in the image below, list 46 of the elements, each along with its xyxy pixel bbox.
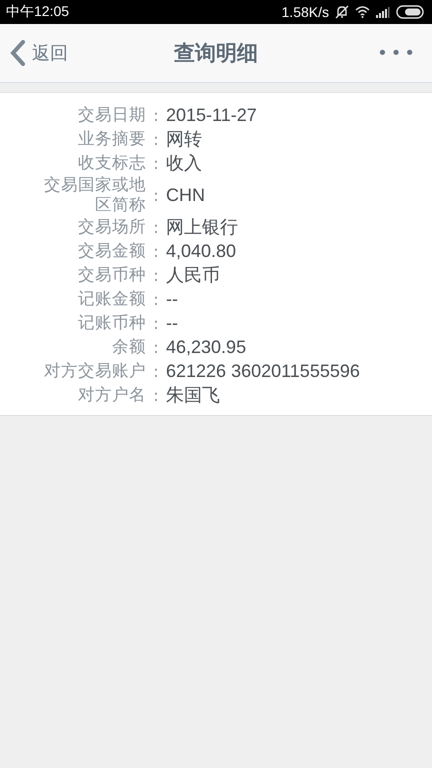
- field-value: --: [166, 288, 179, 310]
- field-value: 朱国飞: [166, 384, 221, 407]
- field-label: 对方交易账户: [43, 361, 146, 381]
- separator: :: [152, 290, 160, 308]
- separator: :: [152, 314, 160, 332]
- field-label: 记账币种: [77, 313, 146, 333]
- field-label: 交易币种: [77, 265, 146, 285]
- field-value: --: [166, 312, 179, 334]
- separator: :: [152, 106, 160, 124]
- field-label: 对方户名: [77, 385, 146, 405]
- separator: :: [152, 266, 160, 284]
- more-button[interactable]: •••: [377, 42, 418, 64]
- separator: :: [152, 386, 160, 404]
- separator: :: [152, 338, 160, 356]
- field-label: 交易日期: [77, 105, 146, 125]
- field-value: 4,040.80: [166, 240, 238, 262]
- separator: :: [152, 362, 160, 380]
- field-value: CHN: [166, 184, 206, 206]
- back-button[interactable]: 返回: [10, 40, 68, 66]
- field-label: 交易国家或地区简称: [43, 175, 146, 215]
- field-value: 2015-11-27: [166, 104, 258, 126]
- chevron-icon: [10, 40, 26, 66]
- separator: :: [152, 154, 160, 172]
- network-speed: 1.58K/s: [282, 4, 329, 20]
- field-value: 人民币: [166, 264, 221, 287]
- field-value: 网转: [166, 128, 203, 151]
- separator: :: [152, 242, 160, 260]
- field-label: 交易场所: [77, 217, 146, 237]
- battery-icon: [396, 5, 424, 19]
- field-value: 收入: [166, 152, 203, 175]
- wifi-icon: [355, 6, 370, 18]
- separator: :: [152, 130, 160, 148]
- separator: :: [152, 218, 160, 236]
- field-value: 46,230.95: [166, 336, 248, 358]
- field-label: 余额: [111, 337, 146, 357]
- signal-icon: [376, 6, 390, 18]
- status-time: 中午12:05: [6, 3, 70, 21]
- mute-icon: [335, 5, 349, 19]
- field-label: 记账金额: [77, 289, 146, 309]
- page-title: 查询明细: [174, 40, 258, 67]
- field-value: 621226 3602011555596: [166, 360, 361, 382]
- field-value: 网上银行: [166, 216, 239, 239]
- field-label: 交易金额: [77, 241, 146, 261]
- separator: :: [152, 186, 160, 204]
- field-label: 收支标志: [77, 153, 146, 173]
- field-label: 业务摘要: [77, 129, 146, 149]
